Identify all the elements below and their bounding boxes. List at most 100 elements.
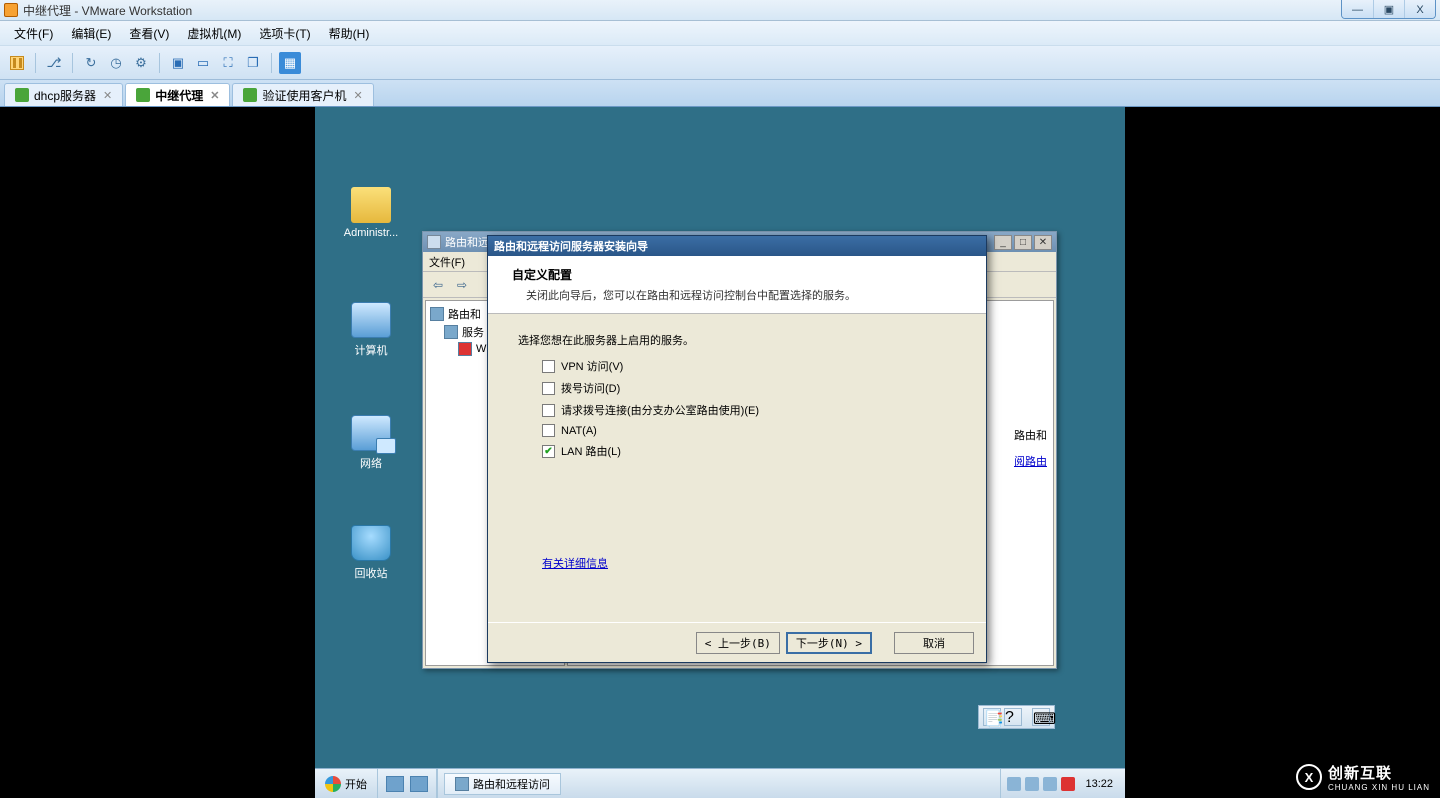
wizard-head-sub: 关闭此向导后，您可以在路由和远程访问控制台中配置选择的服务。 bbox=[526, 287, 972, 303]
desktop-icon-recyclebin[interactable]: 回收站 bbox=[333, 525, 409, 581]
watermark-brand: 创新互联 bbox=[1328, 765, 1392, 782]
close-button[interactable]: X bbox=[1404, 0, 1435, 19]
start-button[interactable]: 开始 bbox=[315, 769, 378, 798]
wizard-header: 自定义配置 关闭此向导后，您可以在路由和远程访问控制台中配置选择的服务。 bbox=[488, 256, 986, 314]
menu-tabs[interactable]: 选项卡(T) bbox=[253, 23, 316, 44]
guest-taskbar: 开始 路由和远程访问 13:22 bbox=[315, 768, 1125, 798]
window-title: 中继代理 - VMware Workstation bbox=[23, 2, 192, 19]
option-dialup[interactable]: 拨号访问(D) bbox=[542, 380, 956, 396]
mmc-winbtns: _ □ ✕ bbox=[992, 235, 1052, 250]
custom-button-1[interactable]: 📑 bbox=[983, 708, 1001, 726]
quick-launch bbox=[378, 769, 437, 798]
window-buttons: — ▣ X bbox=[1341, 0, 1436, 19]
mmc-close[interactable]: ✕ bbox=[1034, 235, 1052, 250]
back-button[interactable]: < 上一步(B) bbox=[696, 632, 780, 654]
guest-custom-bar: 📑 ? ⌨ bbox=[978, 705, 1055, 729]
close-icon[interactable]: ✕ bbox=[103, 89, 112, 102]
icon-label: Administr... bbox=[344, 227, 398, 239]
menu-help[interactable]: 帮助(H) bbox=[323, 23, 376, 44]
taskbar-item-rras[interactable]: 路由和远程访问 bbox=[444, 773, 561, 795]
guest-area: Administr... 计算机 网络 回收站 路由和远... _ □ ✕ bbox=[0, 107, 1440, 798]
back-icon[interactable]: ⇦ bbox=[427, 275, 449, 295]
checkbox[interactable] bbox=[542, 404, 555, 417]
tree-child[interactable]: 服务 bbox=[462, 324, 484, 340]
checkbox-checked[interactable]: ✔ bbox=[542, 445, 555, 458]
tab-relay[interactable]: 中继代理 ✕ bbox=[125, 83, 230, 106]
watermark-sub: CHUANG XIN HU LIAN bbox=[1328, 783, 1430, 792]
mmc-icon bbox=[427, 235, 441, 249]
wizard-prompt: 选择您想在此服务器上启用的服务。 bbox=[518, 332, 956, 348]
tray-icon[interactable] bbox=[1061, 777, 1075, 791]
ql-icon-2[interactable] bbox=[410, 776, 428, 792]
forward-icon[interactable]: ⇨ bbox=[451, 275, 473, 295]
menu-vm[interactable]: 虚拟机(M) bbox=[181, 23, 247, 44]
tab-label: 中继代理 bbox=[155, 87, 203, 104]
screen-button-2[interactable]: ▭ bbox=[192, 52, 214, 74]
wizard-dialog[interactable]: 路由和远程访问服务器安装向导 自定义配置 关闭此向导后，您可以在路由和远程访问控… bbox=[487, 235, 987, 663]
settings-button[interactable]: ⚙ bbox=[130, 52, 152, 74]
snapshot-button[interactable]: ⎇ bbox=[43, 52, 65, 74]
tray-icon[interactable] bbox=[1043, 777, 1057, 791]
bin-icon bbox=[351, 525, 391, 561]
option-demand-dial[interactable]: 请求拨号连接(由分支办公室路由使用)(E) bbox=[542, 402, 956, 418]
help-icon[interactable]: ? bbox=[1004, 708, 1022, 726]
revert-button[interactable]: ↻ bbox=[80, 52, 102, 74]
tab-client[interactable]: 验证使用客户机 ✕ bbox=[232, 83, 373, 106]
icon-label: 计算机 bbox=[355, 345, 388, 357]
maximize-button[interactable]: ▣ bbox=[1373, 0, 1404, 19]
tray-icon[interactable] bbox=[1025, 777, 1039, 791]
checkbox[interactable] bbox=[542, 424, 555, 437]
option-nat[interactable]: NAT(A) bbox=[542, 424, 956, 437]
task-label: 路由和远程访问 bbox=[473, 776, 550, 792]
minimize-button[interactable]: — bbox=[1342, 0, 1373, 19]
checkbox[interactable] bbox=[542, 360, 555, 373]
computer-icon bbox=[351, 302, 391, 338]
close-icon[interactable]: ✕ bbox=[210, 89, 219, 102]
screen-button-3[interactable]: ⛶ bbox=[217, 52, 239, 74]
snapshot-manager-button[interactable]: ◷ bbox=[105, 52, 127, 74]
keyboard-icon[interactable]: ⌨ bbox=[1032, 708, 1050, 726]
desktop-icon-administrator[interactable]: Administr... bbox=[333, 187, 409, 239]
unity-button[interactable]: ▦ bbox=[279, 52, 301, 74]
ql-icon-1[interactable] bbox=[386, 776, 404, 792]
option-label: VPN 访问(V) bbox=[561, 358, 623, 374]
more-info-link[interactable]: 有关详细信息 bbox=[542, 555, 608, 571]
mmc-menu-file[interactable]: 文件(F) bbox=[429, 254, 465, 270]
menu-view[interactable]: 查看(V) bbox=[123, 23, 175, 44]
watermark: X 创新互联 CHUANG XIN HU LIAN bbox=[1296, 762, 1430, 792]
desktop-icon-network[interactable]: 网络 bbox=[333, 415, 409, 471]
cancel-button[interactable]: 取消 bbox=[894, 632, 974, 654]
icon-label: 回收站 bbox=[355, 568, 388, 580]
tree-root[interactable]: 路由和 bbox=[448, 306, 481, 322]
mmc-min[interactable]: _ bbox=[994, 235, 1012, 250]
content-link[interactable]: 阅路由 bbox=[1014, 456, 1047, 468]
pause-button[interactable] bbox=[6, 52, 28, 74]
vmware-toolbar: ⎇ ↻ ◷ ⚙ ▣ ▭ ⛶ ❐ ▦ bbox=[0, 46, 1440, 80]
option-lan-routing[interactable]: ✔ LAN 路由(L) bbox=[542, 443, 956, 459]
system-tray: 13:22 bbox=[1000, 769, 1125, 798]
start-label: 开始 bbox=[345, 776, 367, 792]
tab-dhcp[interactable]: dhcp服务器 ✕ bbox=[4, 83, 123, 106]
mmc-max[interactable]: □ bbox=[1014, 235, 1032, 250]
menu-edit[interactable]: 编辑(E) bbox=[65, 23, 117, 44]
checkbox[interactable] bbox=[542, 382, 555, 395]
mmc-icon bbox=[455, 777, 469, 791]
vmware-tabs: dhcp服务器 ✕ 中继代理 ✕ 验证使用客户机 ✕ bbox=[0, 80, 1440, 107]
close-icon[interactable]: ✕ bbox=[354, 89, 363, 102]
tray-icon[interactable] bbox=[1007, 777, 1021, 791]
vmware-menubar: 文件(F) 编辑(E) 查看(V) 虚拟机(M) 选项卡(T) 帮助(H) bbox=[0, 21, 1440, 46]
vm-icon bbox=[243, 88, 257, 102]
guest-desktop[interactable]: Administr... 计算机 网络 回收站 路由和远... _ □ ✕ bbox=[315, 107, 1125, 798]
wizard-title[interactable]: 路由和远程访问服务器安装向导 bbox=[488, 236, 986, 256]
tab-label: dhcp服务器 bbox=[34, 87, 96, 104]
tab-label: 验证使用客户机 bbox=[262, 87, 346, 104]
vm-icon bbox=[136, 88, 150, 102]
screen-button-4[interactable]: ❐ bbox=[242, 52, 264, 74]
wizard-footer: < 上一步(B) 下一步(N) > 取消 bbox=[488, 622, 986, 662]
next-button[interactable]: 下一步(N) > bbox=[786, 632, 872, 654]
option-vpn[interactable]: VPN 访问(V) bbox=[542, 358, 956, 374]
desktop-icon-computer[interactable]: 计算机 bbox=[333, 302, 409, 358]
clock[interactable]: 13:22 bbox=[1079, 778, 1119, 790]
menu-file[interactable]: 文件(F) bbox=[8, 23, 59, 44]
screen-button-1[interactable]: ▣ bbox=[167, 52, 189, 74]
